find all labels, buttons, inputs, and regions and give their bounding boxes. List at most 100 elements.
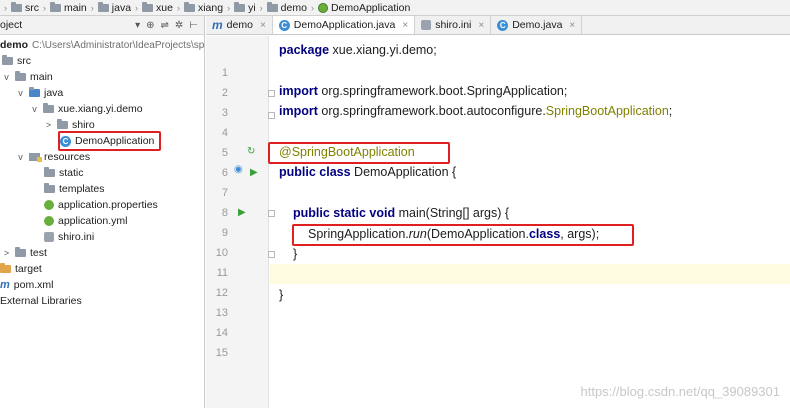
breadcrumb-item-xiang[interactable]: xiang bbox=[183, 1, 223, 14]
folder-icon bbox=[11, 1, 22, 12]
breadcrumb-item-demo[interactable]: demo bbox=[266, 1, 307, 14]
source-folder-icon bbox=[29, 87, 40, 97]
folder-icon bbox=[15, 71, 26, 81]
yml-file-icon bbox=[44, 216, 54, 226]
class-icon: C bbox=[497, 19, 509, 31]
spring-bean-icon[interactable]: ↻ bbox=[247, 146, 255, 157]
chevron-right-icon: › bbox=[259, 2, 263, 13]
chevron-right-icon: › bbox=[227, 2, 231, 13]
breadcrumb-item-main[interactable]: main bbox=[50, 1, 87, 14]
tab-shiro-ini[interactable]: shiro.ini × bbox=[415, 16, 492, 34]
editor-gutter: 1 2 3 4 5 6 7 8 9 10 11 12 13 14 15 ↻ ◉ … bbox=[206, 36, 275, 408]
chevron-right-icon[interactable]: > bbox=[2, 248, 11, 258]
tree-item-demo[interactable]: demo C:\Users\Administrator\IdeaProjects… bbox=[0, 37, 204, 53]
tree-item-test[interactable]: > test bbox=[2, 245, 47, 261]
tab-demo-java[interactable]: C Demo.java × bbox=[491, 16, 583, 34]
close-icon[interactable]: × bbox=[569, 20, 575, 31]
line-number: 5 bbox=[221, 147, 228, 159]
code-line-7: public class DemoApplication { bbox=[279, 165, 457, 179]
tab-demoapplication-java[interactable]: C DemoApplication.java × bbox=[272, 16, 416, 34]
chevron-down-icon[interactable]: v bbox=[16, 152, 25, 162]
package-icon bbox=[57, 119, 68, 129]
chevron-right-icon: › bbox=[310, 2, 314, 13]
collapse-icon[interactable]: ⇌ bbox=[161, 20, 169, 31]
close-icon[interactable]: × bbox=[478, 20, 484, 31]
tree-item-main[interactable]: v main bbox=[2, 69, 53, 85]
properties-file-icon bbox=[44, 200, 54, 210]
resources-folder-icon bbox=[29, 153, 42, 162]
line-number: 7 bbox=[221, 187, 228, 199]
tree-item-src[interactable]: src bbox=[2, 53, 31, 69]
package-icon bbox=[43, 103, 54, 113]
folder-icon bbox=[234, 1, 246, 12]
breadcrumb-item-yi[interactable]: yi bbox=[234, 1, 256, 14]
code-line-13: } bbox=[279, 288, 284, 302]
line-number: 1 bbox=[221, 67, 228, 79]
tree-item-external-libraries[interactable]: External Libraries bbox=[0, 293, 82, 309]
project-panel-tools: ▾ ⊕ ⇌ ✲ ⊢ bbox=[135, 20, 198, 31]
watermark: https://blog.csdn.net/qq_39089301 bbox=[580, 384, 781, 399]
line-number: 9 bbox=[221, 227, 228, 239]
line-number: 2 bbox=[221, 87, 228, 99]
code-line-11: } bbox=[293, 247, 298, 261]
caret-line-highlight bbox=[270, 264, 790, 284]
code-line-9: public static void main(String[] args) { bbox=[293, 206, 510, 220]
line-number: 14 bbox=[215, 327, 228, 339]
maven-icon: m bbox=[0, 279, 10, 291]
hide-icon[interactable]: ⊢ bbox=[189, 20, 198, 31]
chevron-down-icon[interactable]: v bbox=[2, 72, 11, 82]
tree-item-application-yml[interactable]: application.yml bbox=[44, 213, 127, 229]
chevron-down-icon[interactable]: v bbox=[30, 104, 39, 114]
folder-icon bbox=[266, 1, 278, 12]
code-editor[interactable]: package xue.xiang.yi.demo; import org.sp… bbox=[268, 36, 790, 408]
highlight-box-annotation bbox=[268, 142, 450, 164]
project-panel-header: oject ▾ ⊕ ⇌ ✲ ⊢ bbox=[0, 16, 204, 35]
run-icon[interactable]: ▶ bbox=[238, 207, 246, 218]
tree-item-package[interactable]: v xue.xiang.yi.demo bbox=[30, 101, 143, 117]
chevron-right-icon: › bbox=[90, 2, 94, 13]
spring-boot-icon bbox=[317, 2, 328, 13]
folder-icon bbox=[183, 1, 195, 12]
breadcrumb-item-java[interactable]: java bbox=[97, 1, 131, 14]
tree-item-shiro-ini[interactable]: shiro.ini bbox=[44, 229, 94, 245]
folder-icon bbox=[15, 247, 26, 257]
line-number: 6 bbox=[221, 167, 228, 179]
line-number: 11 bbox=[216, 267, 228, 279]
dropdown-icon[interactable]: ▾ bbox=[135, 20, 140, 31]
code-line-1: package xue.xiang.yi.demo; bbox=[279, 43, 437, 57]
folder-icon bbox=[97, 1, 109, 12]
tree-item-resources[interactable]: v resources bbox=[16, 149, 90, 165]
chevron-right-icon[interactable]: > bbox=[44, 120, 53, 130]
ini-file-icon bbox=[44, 232, 54, 242]
tab-demo[interactable]: m demo × bbox=[206, 16, 273, 34]
breadcrumb-item-xue[interactable]: xue bbox=[142, 1, 173, 14]
breadcrumb-item-src[interactable]: src bbox=[11, 1, 39, 14]
tree-item-java[interactable]: v java bbox=[16, 85, 63, 101]
line-number: 3 bbox=[221, 107, 228, 119]
run-icon[interactable]: ▶ bbox=[250, 167, 258, 178]
close-icon[interactable]: × bbox=[260, 20, 266, 31]
line-number: 15 bbox=[215, 347, 228, 359]
chevron-down-icon[interactable]: v bbox=[16, 88, 25, 98]
tree-item-pom[interactable]: m pom.xml bbox=[0, 277, 53, 293]
tree-item-application-properties[interactable]: application.properties bbox=[44, 197, 158, 213]
line-number: 12 bbox=[215, 287, 228, 299]
tree-item-templates[interactable]: templates bbox=[44, 181, 105, 197]
spring-class-icon: C bbox=[278, 19, 290, 31]
project-view-selector[interactable]: oject bbox=[0, 19, 135, 31]
line-number: 13 bbox=[215, 307, 228, 319]
tree-item-static[interactable]: static bbox=[44, 165, 84, 181]
gear-icon[interactable]: ✲ bbox=[175, 20, 183, 31]
spring-boot-gutter-icon[interactable]: ◉ bbox=[234, 164, 243, 175]
folder-icon bbox=[44, 167, 55, 177]
close-icon[interactable]: × bbox=[402, 20, 408, 31]
chevron-right-icon: › bbox=[43, 2, 46, 13]
folder-icon bbox=[50, 1, 61, 12]
maven-icon: m bbox=[212, 18, 223, 32]
excluded-folder-icon bbox=[0, 263, 11, 273]
tree-item-target[interactable]: target bbox=[0, 261, 42, 277]
locate-icon[interactable]: ⊕ bbox=[146, 20, 154, 31]
breadcrumb: › src › main › java › xue › xiang › yi ›… bbox=[0, 0, 790, 16]
line-number: 8 bbox=[221, 207, 228, 219]
breadcrumb-item-demoapplication[interactable]: DemoApplication bbox=[317, 2, 410, 14]
